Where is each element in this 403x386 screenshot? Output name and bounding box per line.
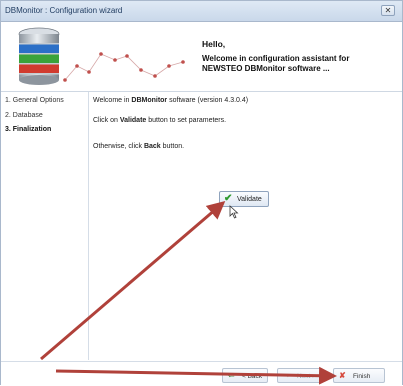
close-button[interactable]: ✕ bbox=[381, 5, 395, 16]
content-panel: Welcome in DBMonitor software (version 4… bbox=[93, 92, 398, 360]
otherwise-prefix: Otherwise, click bbox=[93, 143, 144, 150]
step-general-options: 1. General Options bbox=[5, 97, 64, 104]
checkmark-icon: ✔ bbox=[224, 193, 233, 204]
wizard-footer: ⇐ < Back ⇒ Next > ✘ Finish bbox=[1, 361, 402, 386]
instruction-validate: Validate bbox=[119, 117, 147, 124]
instruction-text: Click on Validate button to set paramete… bbox=[93, 117, 226, 124]
welcome-heading: Welcome in configuration assistant for N… bbox=[202, 54, 392, 74]
welcome-heading-line: Welcome in configuration assistant for bbox=[202, 54, 350, 63]
close-icon: ✕ bbox=[384, 6, 392, 15]
finish-label: Finish bbox=[353, 373, 371, 380]
configuration-wizard-window: DBMonitor : Configuration wizard ✕ Hello… bbox=[0, 0, 403, 386]
next-button[interactable]: ⇒ Next > bbox=[277, 368, 323, 383]
otherwise-suffix: button. bbox=[160, 143, 185, 150]
version-text-app: DBMonitor bbox=[131, 97, 168, 104]
hello-heading: Hello, bbox=[202, 39, 226, 49]
back-button[interactable]: ⇐ < Back bbox=[222, 368, 268, 383]
validate-button[interactable]: ✔ Validate bbox=[219, 191, 269, 207]
mouse-cursor-icon bbox=[229, 205, 239, 219]
cancel-x-icon: ✘ bbox=[339, 371, 346, 380]
next-arrow-icon: ⇒ bbox=[283, 371, 290, 380]
back-arrow-icon: ⇐ bbox=[228, 371, 235, 380]
title-bar: DBMonitor : Configuration wizard ✕ bbox=[1, 1, 402, 22]
step-finalization: 3. Finalization bbox=[5, 126, 52, 133]
otherwise-back: Back bbox=[143, 143, 161, 150]
step-database: 2. Database bbox=[5, 112, 43, 119]
wizard-header: Hello, Welcome in configuration assistan… bbox=[1, 22, 402, 92]
version-text-prefix: Welcome in bbox=[93, 97, 132, 104]
decorative-data-wave bbox=[63, 52, 185, 82]
welcome-heading-line: NEWSTEO DBMonitor software ... bbox=[202, 64, 330, 73]
otherwise-text: Otherwise, click Back button. bbox=[93, 143, 184, 150]
validate-label: Validate bbox=[237, 196, 262, 203]
version-text-suffix: software (version 4.3.0.4) bbox=[167, 97, 249, 104]
database-icon bbox=[18, 27, 60, 85]
finish-button[interactable]: ✘ Finish bbox=[333, 368, 385, 383]
window-title: DBMonitor : Configuration wizard bbox=[5, 6, 123, 15]
instruction-prefix: Click on bbox=[93, 117, 120, 124]
instruction-suffix: button to set parameters. bbox=[146, 117, 227, 124]
version-text: Welcome in DBMonitor software (version 4… bbox=[93, 97, 248, 104]
next-label: Next > bbox=[297, 373, 316, 380]
back-label: < Back bbox=[242, 373, 263, 380]
steps-sidebar: 1. General Options 2. Database 3. Finali… bbox=[1, 92, 89, 360]
